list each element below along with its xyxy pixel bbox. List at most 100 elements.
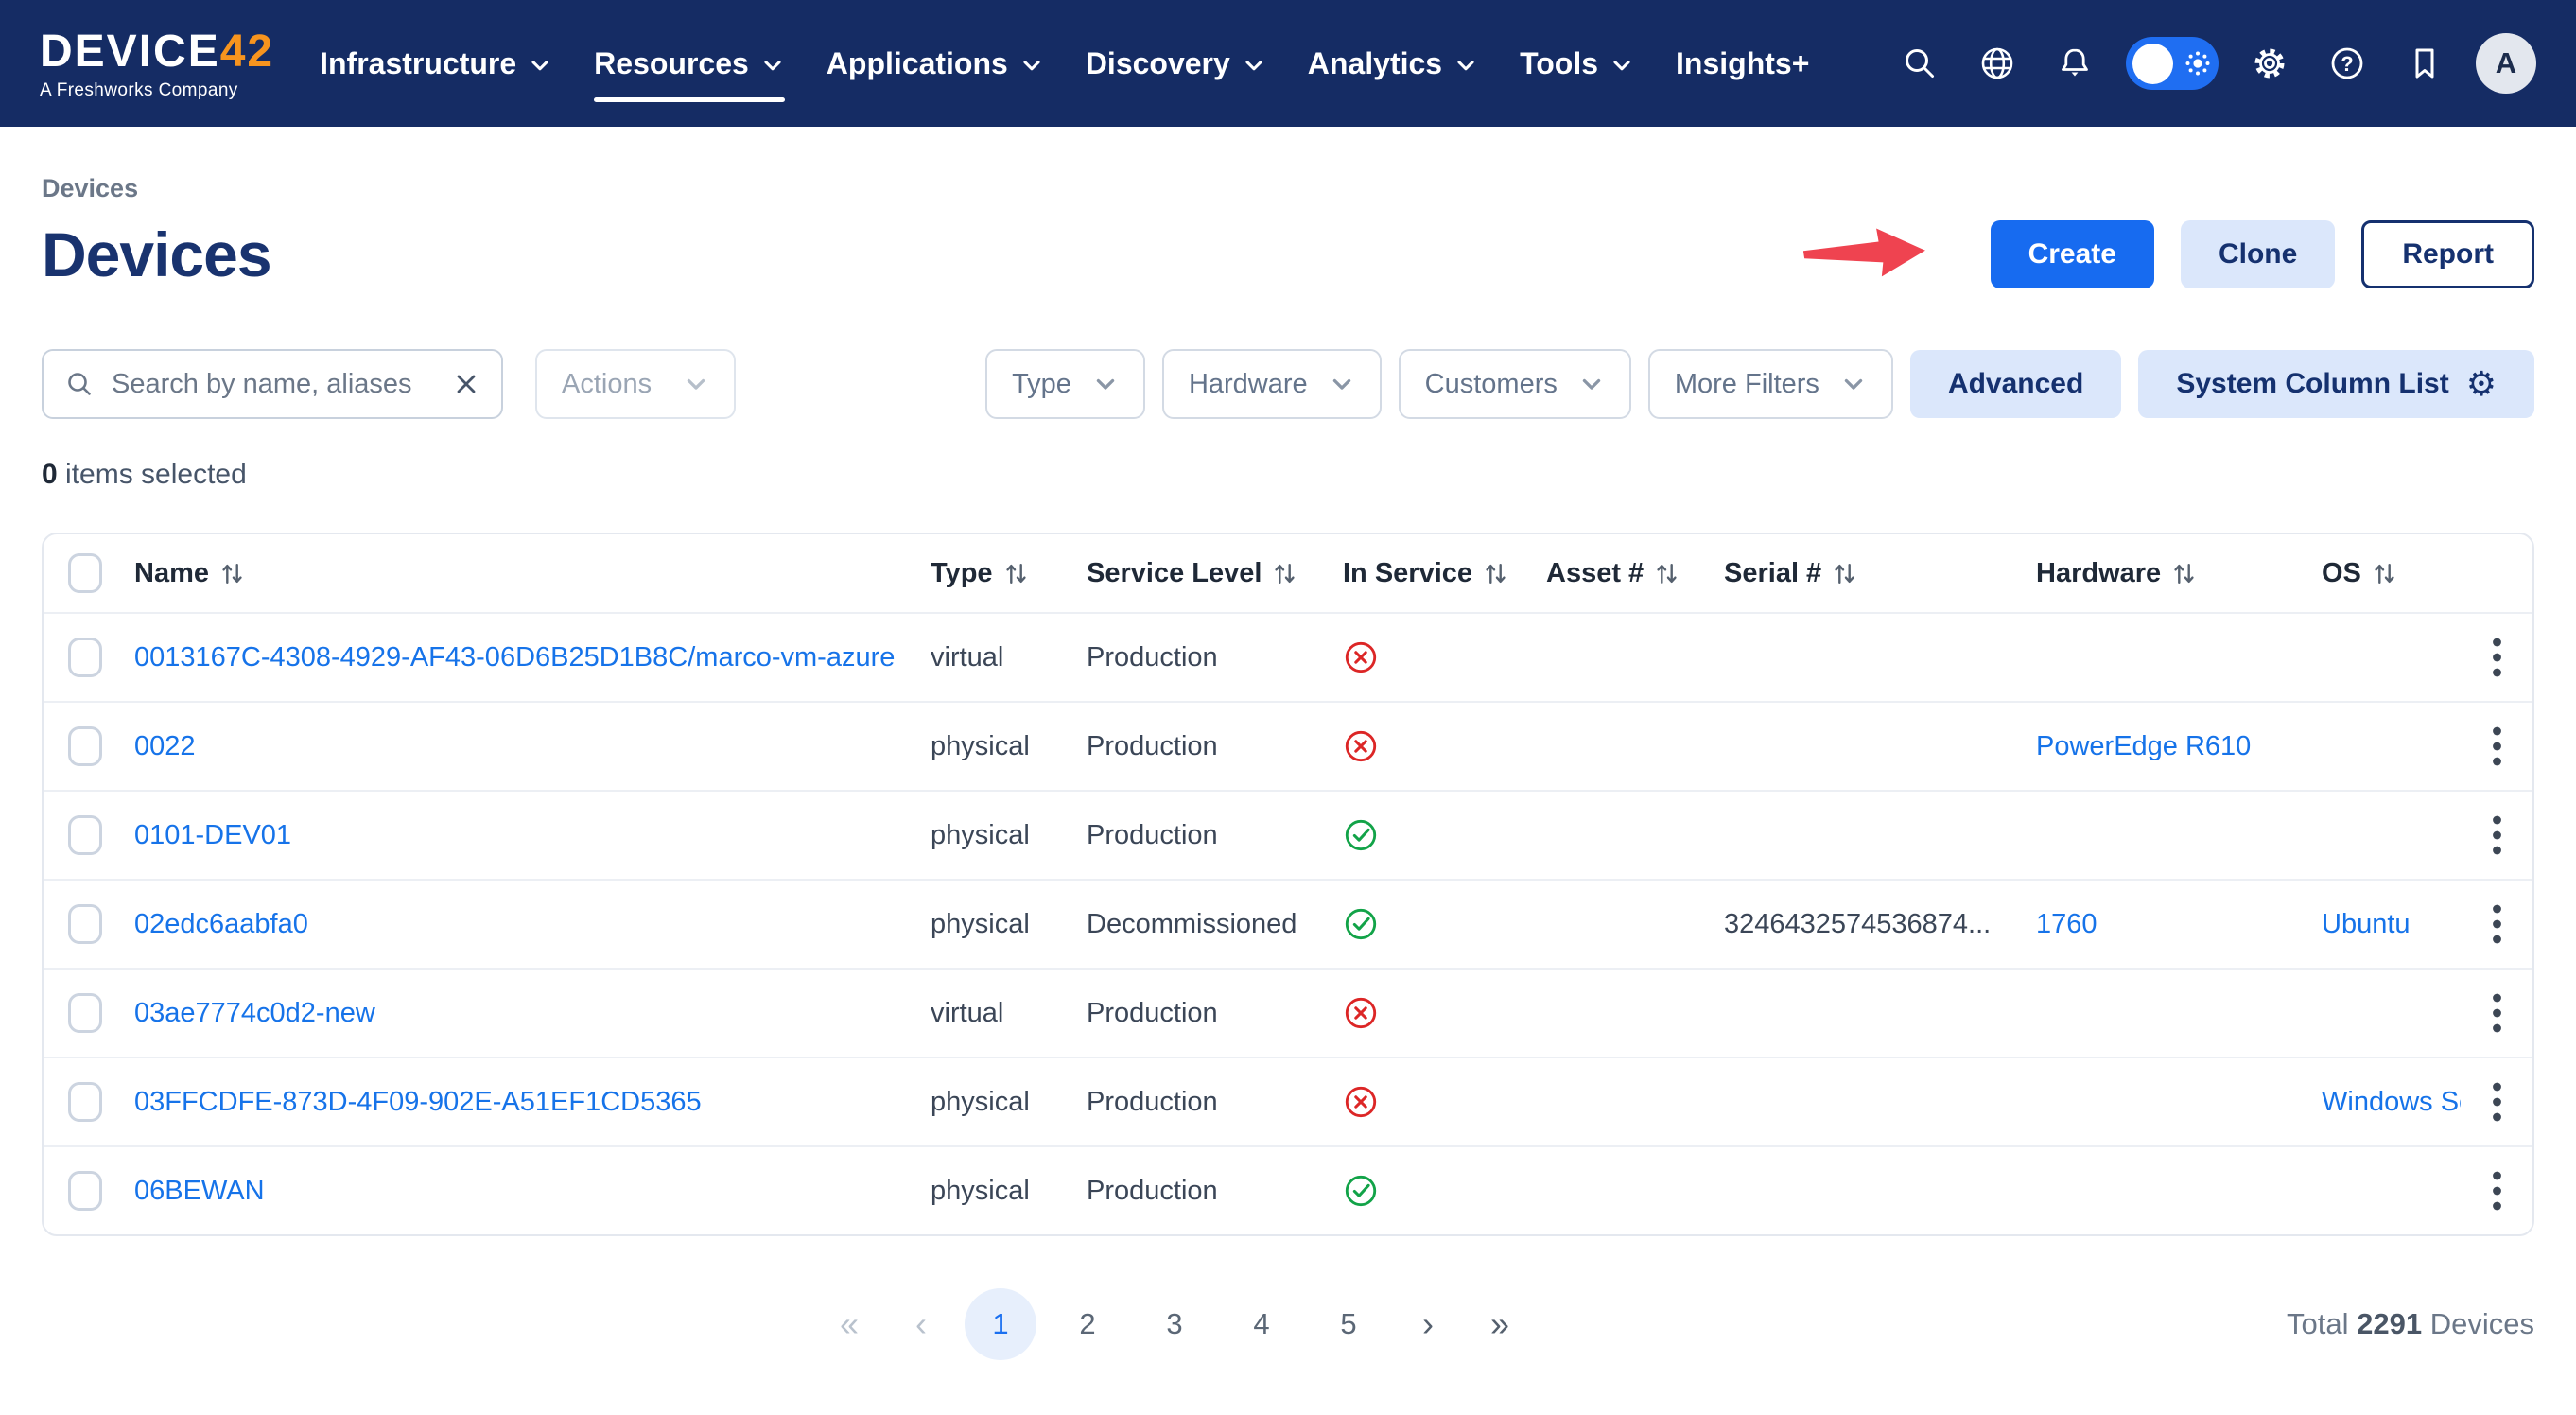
help-icon[interactable]: ?	[2321, 37, 2374, 90]
chevron-down-icon	[1092, 371, 1119, 397]
sort-icon[interactable]	[1484, 561, 1507, 586]
row-checkbox[interactable]	[68, 815, 102, 855]
nav-item-label: Discovery	[1086, 46, 1230, 81]
clone-button[interactable]: Clone	[2181, 220, 2335, 288]
select-all-checkbox[interactable]	[68, 553, 102, 593]
prev-page-button[interactable]: ‹	[893, 1288, 949, 1360]
last-page-button[interactable]: »	[1471, 1288, 1528, 1360]
page-actions: Create Clone Report	[1803, 220, 2534, 288]
gear-icon[interactable]	[2243, 37, 2296, 90]
nav-item-infrastructure[interactable]: Infrastructure	[299, 0, 573, 127]
table-row: 03ae7774c0d2-newvirtualProduction	[44, 968, 2532, 1057]
filter-type[interactable]: Type	[985, 349, 1145, 419]
device-name-link[interactable]: 0101-DEV01	[134, 820, 291, 851]
nav-item-resources[interactable]: Resources	[573, 0, 806, 127]
filter-hardware[interactable]: Hardware	[1162, 349, 1382, 419]
actions-dropdown[interactable]: Actions	[535, 349, 736, 419]
page-4-button[interactable]: 4	[1226, 1288, 1297, 1360]
column-header-in-service[interactable]: In Service	[1343, 558, 1546, 589]
next-page-button[interactable]: ›	[1400, 1288, 1456, 1360]
total-value: 2291	[2357, 1307, 2422, 1340]
top-nav-bar: DEVICE42 A Freshworks Company Infrastruc…	[0, 0, 2576, 127]
os-link[interactable]: Ubuntu	[2322, 909, 2411, 940]
column-header-type[interactable]: Type	[931, 558, 1087, 589]
sort-icon[interactable]	[2172, 561, 2196, 586]
nav-item-tools[interactable]: Tools	[1499, 0, 1655, 127]
sort-icon[interactable]	[1833, 561, 1856, 586]
sort-icon[interactable]	[1273, 561, 1297, 586]
nav-item-label: Applications	[827, 46, 1008, 81]
row-menu-icon[interactable]	[2491, 636, 2503, 679]
sort-icon[interactable]	[1655, 561, 1679, 586]
column-header-name[interactable]: Name	[134, 558, 931, 589]
row-menu-icon[interactable]	[2491, 902, 2503, 946]
device-name-link[interactable]: 0013167C-4308-4929-AF43-06D6B25D1B8C/mar…	[134, 642, 895, 673]
row-menu-icon[interactable]	[2491, 725, 2503, 768]
selection-summary: 0 items selected	[42, 459, 2534, 491]
first-page-button[interactable]: «	[821, 1288, 878, 1360]
chevron-down-icon	[683, 371, 709, 397]
filter-customers[interactable]: Customers	[1399, 349, 1631, 419]
report-button[interactable]: Report	[2361, 220, 2534, 288]
search-icon-glyph	[1899, 43, 1941, 84]
row-menu-icon[interactable]	[2491, 813, 2503, 857]
page-3-button[interactable]: 3	[1139, 1288, 1210, 1360]
nav-item-discovery[interactable]: Discovery	[1065, 0, 1287, 127]
column-header-service-level[interactable]: Service Level	[1087, 558, 1343, 589]
nav-item-applications[interactable]: Applications	[806, 0, 1065, 127]
nav-item-label: Analytics	[1308, 46, 1442, 81]
device-name-link[interactable]: 06BEWAN	[134, 1176, 265, 1207]
device-type: physical	[931, 731, 1087, 762]
row-menu-icon[interactable]	[2491, 1169, 2503, 1213]
service-level: Production	[1087, 1176, 1343, 1207]
nav-item-label: Tools	[1520, 46, 1598, 81]
filter-more-filters[interactable]: More Filters	[1648, 349, 1893, 419]
sort-icon[interactable]	[220, 561, 244, 586]
device-name-link[interactable]: 02edc6aabfa0	[134, 909, 308, 940]
os-link[interactable]: Windows Se	[2322, 1087, 2461, 1118]
page-1-button[interactable]: 1	[965, 1288, 1036, 1360]
page-5-button[interactable]: 5	[1313, 1288, 1384, 1360]
search-icon[interactable]	[1893, 37, 1946, 90]
bookmark-icon[interactable]	[2398, 37, 2451, 90]
device-name-link[interactable]: 0022	[134, 731, 196, 762]
sort-icon[interactable]	[1004, 561, 1028, 586]
sun-icon	[2184, 49, 2212, 78]
search-box[interactable]	[42, 349, 503, 419]
nav-item-analytics[interactable]: Analytics	[1287, 0, 1499, 127]
search-input[interactable]	[110, 368, 437, 401]
row-checkbox[interactable]	[68, 638, 102, 677]
device-name-link[interactable]: 03FFCDFE-873D-4F09-902E-A51EF1CD5365	[134, 1087, 702, 1118]
logo[interactable]: DEVICE42 A Freshworks Company	[40, 26, 274, 101]
row-checkbox[interactable]	[68, 993, 102, 1033]
nav-item-insights+[interactable]: Insights+	[1655, 0, 1830, 127]
row-checkbox[interactable]	[68, 904, 102, 944]
sort-icon[interactable]	[2373, 561, 2396, 586]
avatar[interactable]: A	[2476, 33, 2536, 94]
system-column-list-button[interactable]: System Column List ⚙	[2138, 350, 2534, 418]
row-menu-icon[interactable]	[2491, 991, 2503, 1035]
avatar-initial: A	[2496, 46, 2516, 80]
column-header-serial[interactable]: Serial #	[1724, 558, 2036, 589]
row-menu-icon[interactable]	[2491, 1080, 2503, 1124]
hardware-link[interactable]: 1760	[2036, 909, 2097, 940]
bell-icon[interactable]	[2048, 37, 2101, 90]
row-checkbox[interactable]	[68, 726, 102, 766]
theme-toggle[interactable]	[2126, 37, 2219, 90]
column-header-hardware[interactable]: Hardware	[2036, 558, 2322, 589]
row-checkbox[interactable]	[68, 1082, 102, 1122]
table-row: 06BEWANphysicalProduction	[44, 1145, 2532, 1234]
hardware-link[interactable]: PowerEdge R610	[2036, 731, 2251, 762]
column-header-asset[interactable]: Asset #	[1546, 558, 1724, 589]
breadcrumb[interactable]: Devices	[42, 174, 138, 203]
device-name-link[interactable]: 03ae7774c0d2-new	[134, 998, 375, 1029]
globe-icon[interactable]	[1971, 37, 2024, 90]
create-button[interactable]: Create	[1991, 220, 2154, 288]
chevron-down-icon	[1610, 53, 1634, 78]
selected-label: items selected	[65, 459, 247, 490]
row-checkbox[interactable]	[68, 1171, 102, 1211]
advanced-button[interactable]: Advanced	[1910, 350, 2121, 418]
clear-search-icon[interactable]	[452, 370, 480, 398]
page-2-button[interactable]: 2	[1052, 1288, 1123, 1360]
column-header-os[interactable]: OS	[2322, 558, 2461, 589]
